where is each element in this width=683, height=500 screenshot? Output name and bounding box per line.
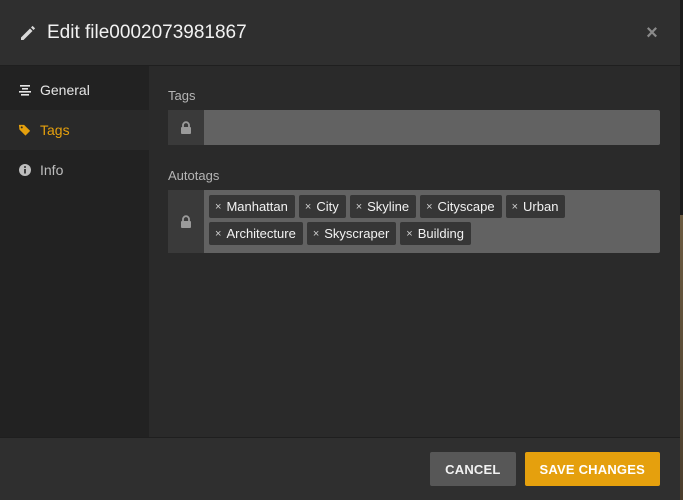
remove-tag-icon[interactable]: × — [426, 201, 432, 213]
dialog-title: Edit file0002073981867 — [47, 21, 247, 43]
align-center-icon — [18, 83, 32, 97]
autotag-label: City — [316, 199, 339, 214]
dialog-footer: CANCEL SAVE CHANGES — [0, 437, 680, 500]
autotag-label: Cityscape — [437, 199, 495, 214]
dialog-body: General Tags Info Tags Autotags × Manhat… — [0, 66, 680, 437]
tags-input[interactable] — [204, 110, 660, 145]
autotag-chip[interactable]: × Building — [400, 222, 471, 245]
remove-tag-icon[interactable]: × — [215, 228, 221, 240]
autotag-chip[interactable]: × Skyscraper — [306, 222, 397, 245]
autotag-label: Building — [417, 226, 464, 241]
autotag-label: Manhattan — [226, 199, 288, 214]
autotag-chip[interactable]: × Urban — [505, 195, 566, 218]
tags-panel: Tags Autotags × Manhattan × City × Skyli… — [149, 66, 680, 437]
dialog-header: Edit file0002073981867 × — [0, 0, 680, 66]
remove-tag-icon[interactable]: × — [512, 201, 518, 213]
autotag-chip[interactable]: × Cityscape — [420, 195, 502, 218]
edit-dialog: Edit file0002073981867 × General Tags In… — [0, 0, 680, 500]
autotag-chip[interactable]: × Skyline — [349, 195, 417, 218]
cancel-button[interactable]: CANCEL — [430, 452, 516, 486]
sidebar-item-label: General — [40, 82, 90, 98]
remove-tag-icon[interactable]: × — [305, 201, 311, 213]
close-icon[interactable]: × — [642, 23, 662, 43]
autotag-chip[interactable]: × City — [298, 195, 346, 218]
remove-tag-icon[interactable]: × — [406, 228, 412, 240]
lock-icon[interactable] — [168, 110, 204, 145]
autotag-chip[interactable]: × Architecture — [209, 222, 303, 245]
sidebar-item-label: Tags — [40, 122, 70, 138]
autotag-label: Skyline — [367, 199, 410, 214]
pencil-icon — [18, 23, 38, 43]
save-changes-button[interactable]: SAVE CHANGES — [524, 452, 660, 486]
autotag-label: Architecture — [226, 226, 296, 241]
autotags-label: Autotags — [168, 168, 220, 183]
remove-tag-icon[interactable]: × — [356, 201, 362, 213]
autotag-label: Skyscraper — [324, 226, 390, 241]
sidebar-item-general[interactable]: General — [0, 70, 149, 110]
autotags-input[interactable]: × Manhattan × City × Skyline × Cityscape × Ur… — [204, 190, 660, 253]
autotag-label: Urban — [523, 199, 559, 214]
sidebar-item-info[interactable]: Info — [0, 150, 149, 190]
info-icon — [18, 163, 32, 177]
autotags-field: × Manhattan × City × Skyline × Cityscape × Ur… — [168, 190, 660, 253]
tags-field — [168, 110, 660, 145]
remove-tag-icon[interactable]: × — [313, 228, 319, 240]
sidebar-item-tags[interactable]: Tags — [0, 110, 149, 150]
autotag-chip[interactable]: × Manhattan — [209, 195, 295, 218]
sidebar: General Tags Info — [0, 66, 149, 437]
tag-icon — [18, 123, 32, 137]
sidebar-item-label: Info — [40, 162, 64, 178]
lock-icon[interactable] — [168, 190, 204, 253]
tags-label: Tags — [168, 88, 196, 103]
autotag-list: × Manhattan × City × Skyline × Cityscape × Ur… — [209, 195, 656, 249]
remove-tag-icon[interactable]: × — [215, 201, 221, 213]
